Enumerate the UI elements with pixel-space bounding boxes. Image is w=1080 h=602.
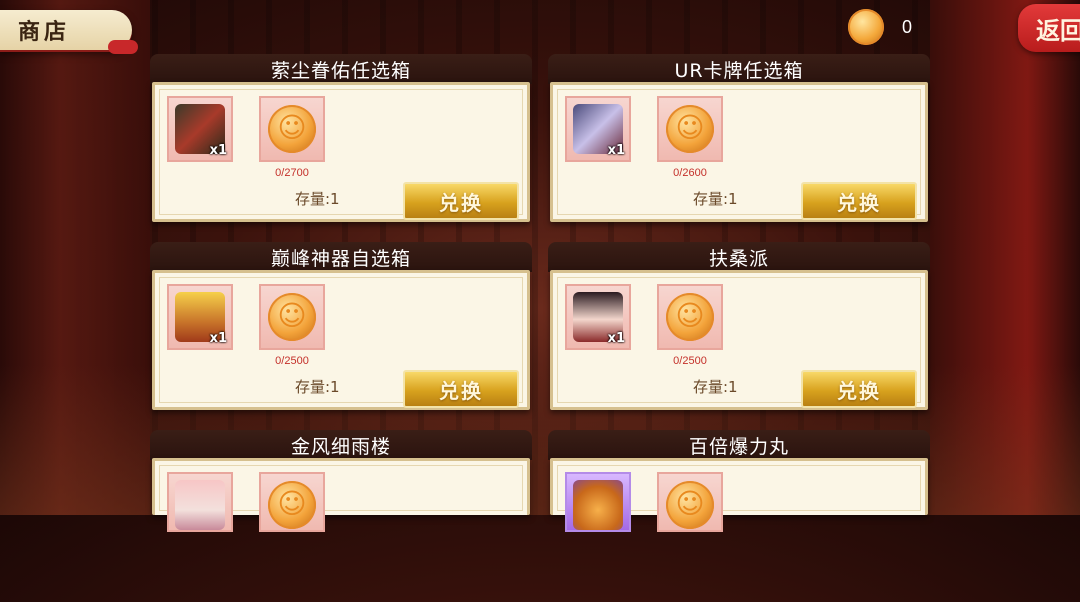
reward-item-slot[interactable]: x1 [167,96,233,162]
shop-card: 金风细雨楼 [150,430,532,602]
coin-icon [666,293,714,341]
reward-item-slot[interactable]: x1 [565,96,631,162]
stock-label: 存量:1 [693,378,738,396]
item-quantity: x1 [209,143,227,158]
exchange-button[interactable]: 兑换 [403,370,519,408]
item-quantity: x1 [209,331,227,346]
exchange-button-label: 兑换 [439,378,483,403]
back-button[interactable]: 返回 [1018,4,1080,52]
card-header: 扶桑派 [548,242,930,272]
exchange-button[interactable]: 兑换 [801,182,917,220]
cost-item-slot[interactable] [657,96,723,162]
item-quantity: x1 [607,143,625,158]
reward-item-slot[interactable]: x1 [167,284,233,350]
card-body [152,458,530,532]
card-header: 百倍爆力丸 [548,430,930,460]
shop-card: 萦尘眷佑任选箱 x1 0/2700 存量:1 兑换 [150,54,532,226]
currency-display: 0 [848,8,912,46]
card-title: 巅峰神器自选箱 [270,247,411,270]
cost-item-slot[interactable] [657,472,723,532]
exchange-button-label: 兑换 [837,378,881,403]
shop-card: UR卡牌任选箱 x1 0/2600 存量:1 兑换 [548,54,930,226]
card-title: 扶桑派 [708,247,769,270]
exchange-button-label: 兑换 [439,190,483,215]
cost-item-slot[interactable] [657,284,723,350]
cost-progress: 0/2700 [275,167,309,179]
reward-item-slot[interactable]: x1 [565,284,631,350]
reward-item-slot[interactable] [167,472,233,532]
reward-item-slot[interactable] [565,472,631,532]
card-header: 金风细雨楼 [150,430,532,460]
card-body: x1 0/2600 存量:1 兑换 [550,82,928,222]
stock-label: 存量:1 [295,378,340,396]
exchange-button[interactable]: 兑换 [801,370,917,408]
coin-icon [666,105,714,153]
coin-icon [268,481,316,529]
coin-icon [848,9,884,45]
coin-icon [666,481,714,529]
currency-amount: 0 [902,16,913,37]
coin-icon [268,105,316,153]
card-header: 萦尘眷佑任选箱 [150,54,532,84]
stock-label: 存量:1 [295,190,340,208]
back-button-label: 返回 [1036,15,1080,45]
cost-item-slot[interactable] [259,472,325,532]
card-title: UR卡牌任选箱 [674,59,804,82]
card-title: 萦尘眷佑任选箱 [270,59,411,82]
shop-card: 扶桑派 x1 0/2500 存量:1 兑换 [548,242,930,414]
roast-chicken-icon [573,480,623,530]
exchange-button[interactable]: 兑换 [403,182,519,220]
card-title: 百倍爆力丸 [688,435,789,458]
shop-title-banner: 商店 [0,10,138,54]
item-quantity: x1 [607,331,625,346]
character-portrait-icon [175,480,225,530]
cost-progress: 0/2500 [275,355,309,367]
cost-item-slot[interactable] [259,96,325,162]
cost-progress: 0/2500 [673,355,707,367]
card-body [550,458,928,532]
shop-card: 巅峰神器自选箱 x1 0/2500 存量:1 兑换 [150,242,532,414]
page-title: 商店 [18,19,71,45]
card-title: 金风细雨楼 [290,435,391,458]
cloud-decoration-icon [108,40,138,54]
card-body: x1 0/2700 存量:1 兑换 [152,82,530,222]
card-header: 巅峰神器自选箱 [150,242,532,272]
stock-label: 存量:1 [693,190,738,208]
cost-item-slot[interactable] [259,284,325,350]
card-body: x1 0/2500 存量:1 兑换 [152,270,530,410]
cost-progress: 0/2600 [673,167,707,179]
shop-card: 百倍爆力丸 [548,430,930,602]
coin-icon [268,293,316,341]
card-header: UR卡牌任选箱 [548,54,930,84]
exchange-button-label: 兑换 [837,190,881,215]
card-body: x1 0/2500 存量:1 兑换 [550,270,928,410]
